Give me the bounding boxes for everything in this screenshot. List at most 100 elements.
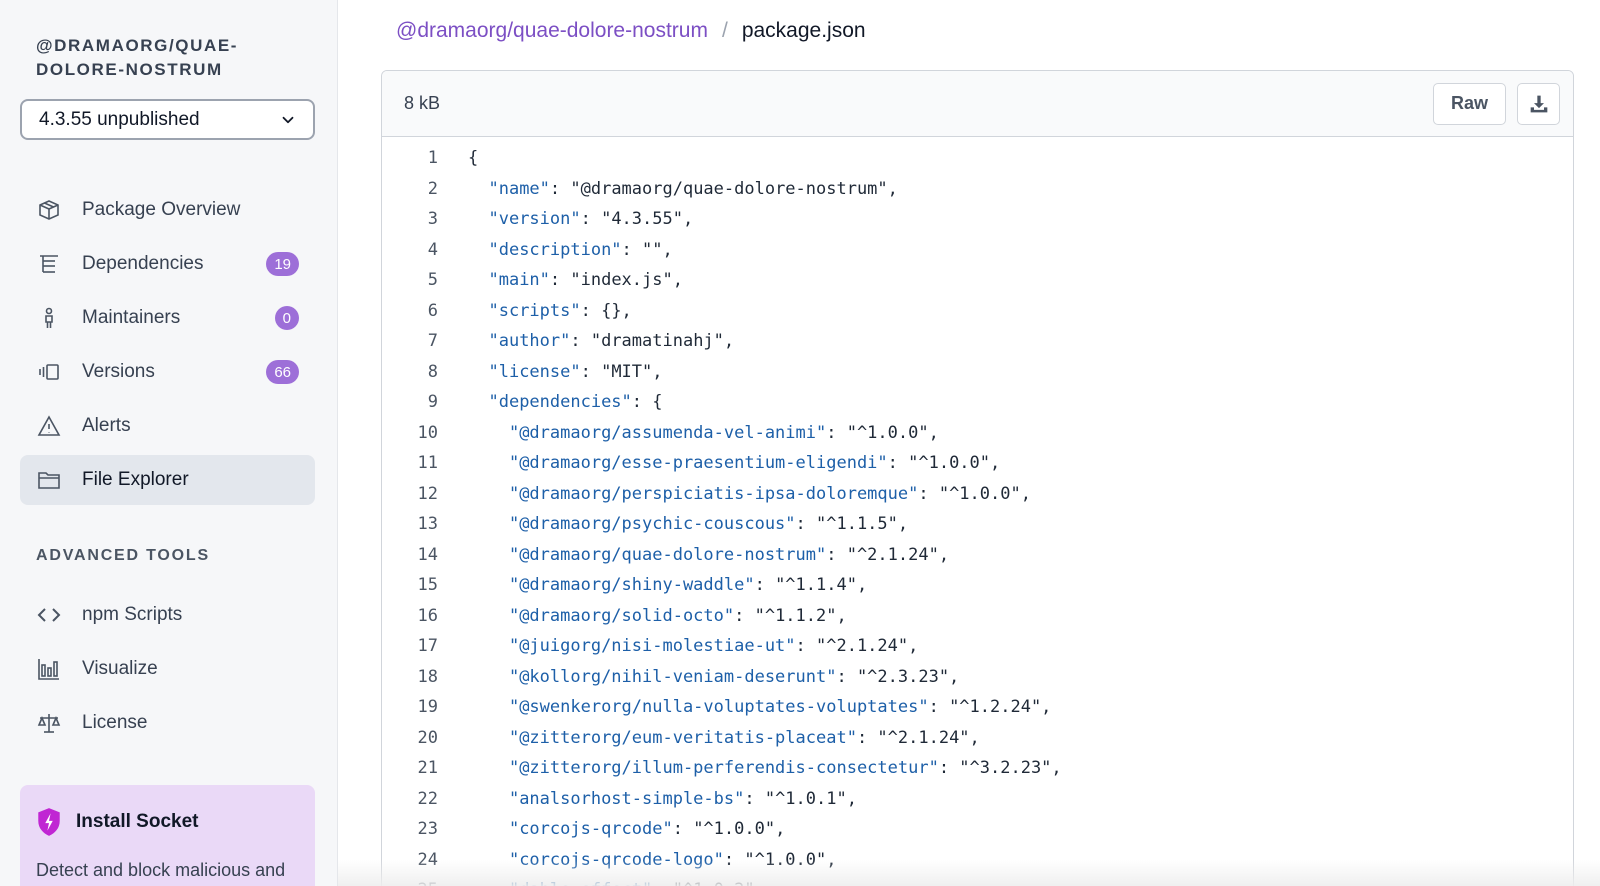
code-line: 18 "@kollorg/nihil-veniam-deserunt": "^2…: [382, 662, 1573, 693]
code-icon: [36, 602, 62, 628]
line-number: 16: [417, 605, 438, 626]
json-value: : "^1.0.0",: [672, 819, 786, 840]
dependencies-icon: [36, 251, 62, 277]
promo-text: Detect and block malicious and high-risk…: [36, 860, 286, 880]
file-viewer: 8 kB Raw 1{2 "name": "@dramaorg/quae-dol…: [381, 70, 1574, 886]
code-line: 8 "license": "MIT",: [382, 357, 1573, 388]
line-number: 21: [417, 758, 438, 779]
code-line: 20 "@zitterorg/eum-veritatis-placeat": "…: [382, 723, 1573, 754]
line-number: 25: [382, 880, 438, 886]
code-line: 5 "main": "index.js",: [382, 265, 1573, 296]
code-text: "scripts": {},: [438, 300, 631, 321]
code-text: "dependencies": {: [438, 392, 663, 413]
json-key: "@dramaorg/shiny-waddle": [508, 575, 755, 596]
line-number: 7: [427, 331, 438, 352]
version-select[interactable]: 4.3.55 unpublished: [20, 99, 315, 140]
json-value: : "index.js",: [549, 270, 683, 291]
code-line: 10 "@dramaorg/assumenda-vel-animi": "^1.…: [382, 418, 1573, 449]
line-number: 13: [417, 514, 438, 535]
line-number: 5: [427, 270, 438, 291]
code-line: 13 "@dramaorg/psychic-couscous": "^1.1.5…: [382, 509, 1573, 540]
line-number: 22: [417, 788, 438, 809]
json-value: : "",: [621, 239, 673, 260]
install-socket-promo[interactable]: Install Socket Detect and block maliciou…: [20, 785, 315, 886]
json-value: : "^1.0.0",: [826, 422, 939, 443]
json-key: "@kollorg/nihil-veniam-deserunt": [508, 666, 837, 687]
code-line: 2 "name": "@dramaorg/quae-dolore-nostrum…: [382, 174, 1573, 205]
sidebar-item-label: Visualize: [82, 658, 158, 679]
chevron-down-icon: [282, 116, 294, 123]
json-key: "description": [488, 239, 622, 260]
code-text: "corcojs-qrcode-logo": "^1.0.0",: [438, 849, 837, 870]
json-value: : "^1.0.0",: [887, 453, 1001, 474]
sidebar-item-label: File Explorer: [82, 469, 189, 490]
sidebar: @DRAMAORG/QUAE-DOLORE-NOSTRUM 4.3.55 unp…: [0, 0, 338, 886]
json-key: "@juigorg/nisi-molestiae-ut": [508, 636, 796, 657]
json-key: "corcojs-qrcode-logo": [508, 849, 724, 870]
line-number: 18: [417, 666, 438, 687]
package-title: @DRAMAORG/QUAE-DOLORE-NOSTRUM: [36, 36, 239, 79]
line-number: 3: [427, 209, 438, 230]
code-text: "corcojs-qrcode": "^1.0.0",: [438, 819, 785, 839]
advanced-tools-nav: npm Scripts Visualize License: [20, 590, 315, 752]
code-view: 1{2 "name": "@dramaorg/quae-dolore-nostr…: [382, 137, 1573, 886]
code-line: 25 "dable-effect": "^1.0.2",: [382, 875, 1573, 886]
version-select-value: 4.3.55 unpublished: [39, 108, 200, 130]
sidebar-item-file-explorer[interactable]: File Explorer: [20, 455, 315, 505]
json-value: : "^3.2.23",: [938, 758, 1062, 779]
json-key: "@swenkerorg/nulla-voluptates-voluptates…: [508, 697, 929, 718]
code-text: "main": "index.js",: [438, 270, 683, 291]
code-text: {: [438, 148, 478, 168]
code-text: "description": "",: [438, 239, 673, 260]
line-number: 11: [417, 453, 438, 474]
file-actions: Raw: [1433, 82, 1560, 125]
code-text: "@dramaorg/esse-praesentium-eligendi": "…: [438, 453, 1000, 473]
download-icon: [1530, 95, 1547, 112]
sidebar-item-package-overview[interactable]: Package Overview: [20, 185, 315, 235]
chart-icon: [36, 656, 62, 682]
code-text: "version": "4.3.55",: [438, 209, 693, 229]
line-number: 6: [427, 300, 438, 321]
count-badge: 19: [266, 252, 299, 276]
code-text: "@dramaorg/assumenda-vel-animi": "^1.0.0…: [438, 423, 939, 443]
sidebar-item-dependencies[interactable]: Dependencies 19: [20, 239, 315, 289]
json-key: "scripts": [488, 300, 581, 321]
breadcrumb-separator: /: [721, 19, 728, 42]
line-number: 23: [417, 819, 438, 840]
download-button[interactable]: [1517, 82, 1560, 125]
sidebar-item-label: Maintainers: [82, 307, 181, 328]
sidebar-item-versions[interactable]: Versions 66: [20, 347, 315, 397]
json-value: : {: [631, 392, 663, 413]
json-key: "name": [488, 178, 550, 199]
line-number: 4: [427, 239, 438, 260]
json-key: "@dramaorg/psychic-couscous": [508, 514, 796, 535]
sidebar-item-alerts[interactable]: Alerts: [20, 401, 315, 451]
json-value: : "4.3.55",: [580, 209, 694, 230]
json-value: : "^1.1.5",: [795, 514, 909, 535]
raw-button[interactable]: Raw: [1433, 82, 1506, 125]
package-icon: [36, 197, 62, 223]
code-text: "license": "MIT",: [438, 361, 663, 382]
json-key: "corcojs-qrcode": [508, 819, 673, 840]
line-number: 17: [417, 636, 438, 657]
code-line: 1{: [382, 143, 1573, 174]
sidebar-item-label: License: [82, 712, 148, 733]
versions-icon: [36, 359, 62, 385]
sidebar-item-visualize[interactable]: Visualize: [20, 644, 315, 694]
maintainer-icon: [36, 305, 62, 331]
code-line: 22 "analsorhost-simple-bs": "^1.0.1",: [382, 784, 1573, 815]
code-text: "@dramaorg/perspiciatis-ipsa-doloremque"…: [438, 484, 1031, 504]
json-value: : "@dramaorg/quae-dolore-nostrum",: [549, 178, 898, 199]
breadcrumb-package-link[interactable]: @dramaorg/quae-dolore-nostrum: [396, 19, 708, 43]
json-value: : "^2.3.23",: [836, 666, 960, 687]
sidebar-item-license[interactable]: License: [20, 698, 315, 748]
sidebar-item-label: Versions: [82, 361, 155, 382]
json-value: : "MIT",: [580, 361, 663, 382]
line-number: 15: [417, 575, 438, 596]
json-key: "@zitterorg/illum-perferendis-consectetu…: [508, 758, 939, 779]
code-text: "@swenkerorg/nulla-voluptates-voluptates…: [438, 697, 1051, 717]
file-size: 8 kB: [404, 93, 441, 113]
sidebar-item-npm-scripts[interactable]: npm Scripts: [20, 590, 315, 640]
sidebar-item-maintainers[interactable]: Maintainers 0: [20, 293, 315, 343]
breadcrumb: @dramaorg/quae-dolore-nostrum / package.…: [396, 19, 866, 43]
